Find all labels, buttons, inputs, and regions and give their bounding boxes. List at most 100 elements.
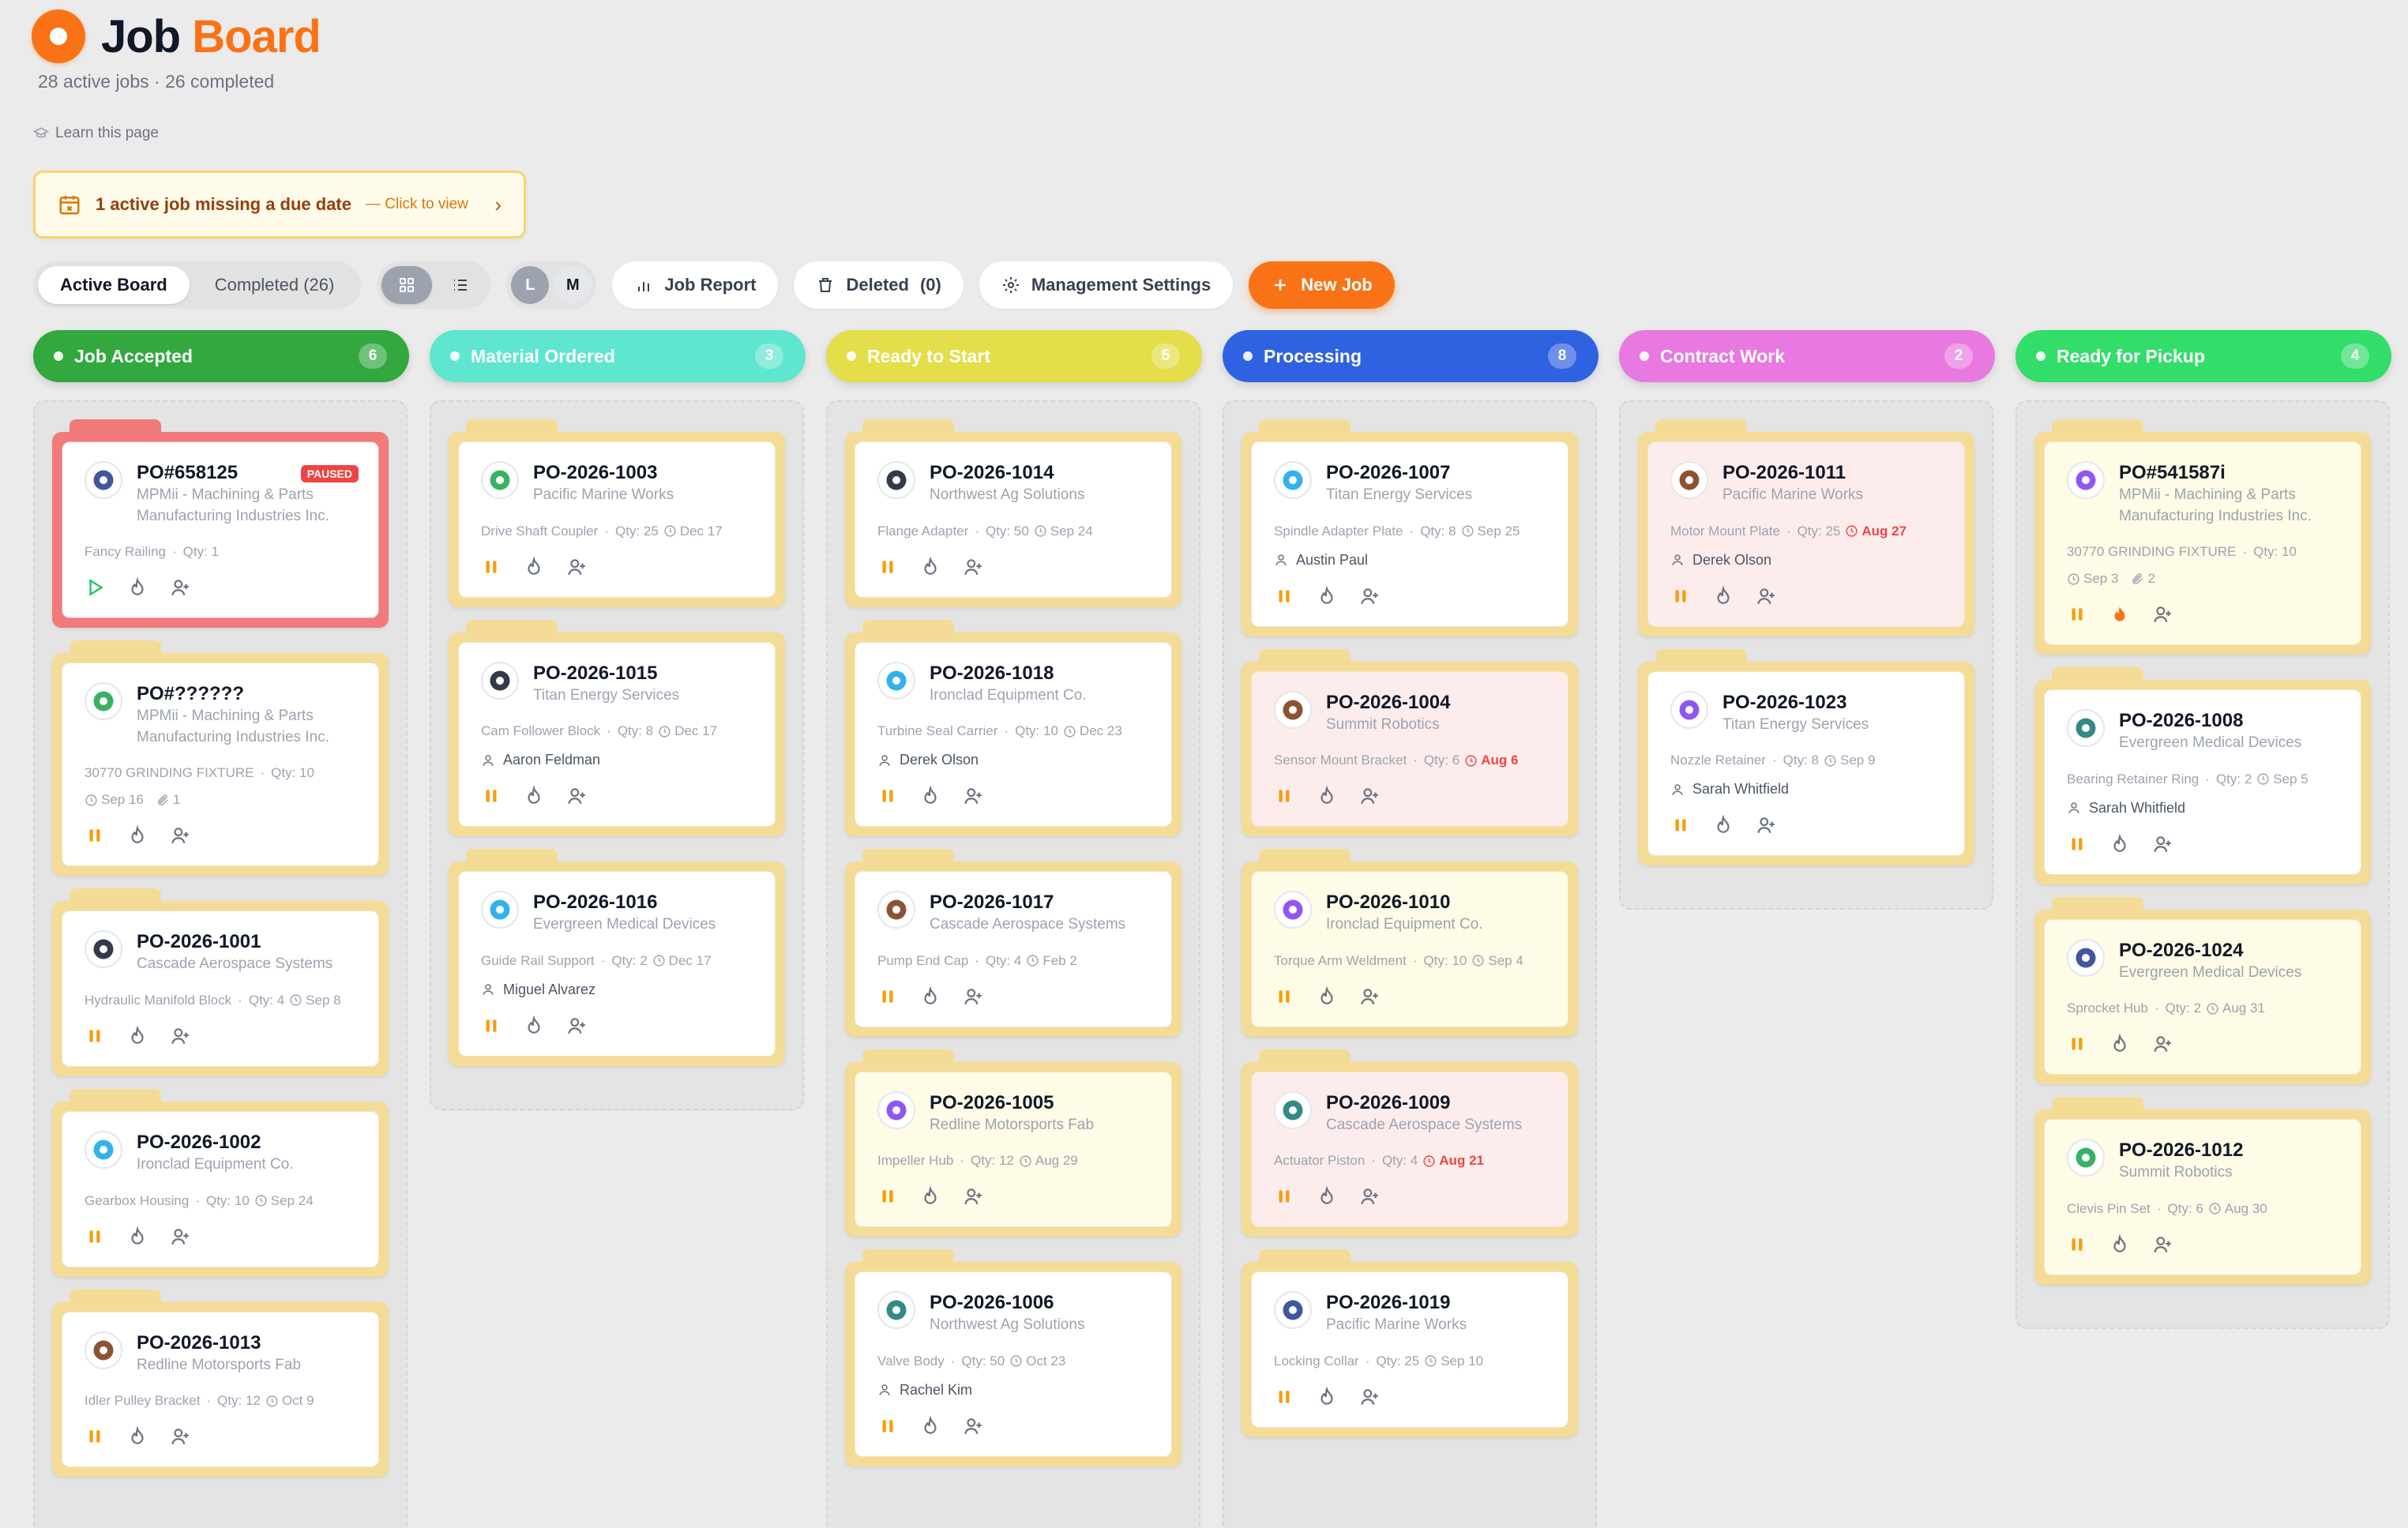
pause-button[interactable] [481, 557, 502, 581]
priority-button[interactable] [2109, 1233, 2130, 1259]
pause-button[interactable] [877, 1186, 898, 1211]
pause-button[interactable] [877, 1416, 898, 1440]
job-card[interactable]: PO-2026-1017 Cascade Aerospace Systems Pum… [845, 849, 1181, 1037]
missing-due-date-alert[interactable]: 1 active job missing a due date — Click … [33, 171, 526, 238]
priority-button[interactable] [524, 1015, 544, 1040]
priority-button[interactable] [1317, 986, 1337, 1011]
pause-button[interactable] [481, 1016, 502, 1040]
job-card[interactable]: PO-2026-1024 Evergreen Medical Devices Spr… [2034, 896, 2371, 1085]
assign-user-button[interactable] [1359, 786, 1380, 810]
column-header-processing[interactable]: Processing 8 [1223, 330, 1598, 382]
priority-button[interactable] [524, 555, 544, 581]
deleted-button[interactable]: Deleted (0) [794, 261, 964, 309]
assign-user-button[interactable] [170, 577, 190, 602]
assign-user-button[interactable] [1756, 815, 1776, 839]
assign-user-button[interactable] [1359, 986, 1380, 1011]
resume-button[interactable] [85, 577, 105, 602]
priority-button[interactable] [1317, 1185, 1337, 1211]
priority-button[interactable] [920, 986, 941, 1011]
column-header-contract-work[interactable]: Contract Work 2 [1619, 330, 1995, 382]
pause-button[interactable] [1670, 586, 1691, 610]
job-card[interactable]: PO-2026-1023 Titan Energy Services Nozzle … [1638, 648, 1974, 866]
priority-button[interactable] [2109, 1033, 2130, 1058]
column-header-ready-for-pickup[interactable]: Ready for Pickup 4 [2015, 330, 2391, 382]
assign-user-button[interactable] [2152, 834, 2173, 858]
assign-user-button[interactable] [1756, 586, 1776, 610]
priority-button[interactable] [127, 576, 148, 602]
pause-button[interactable] [85, 1026, 105, 1050]
assign-user-button[interactable] [1359, 1186, 1380, 1211]
job-card[interactable]: PO-2026-1014 Northwest Ag Solutions Flange… [845, 419, 1181, 607]
job-card[interactable]: PO-2026-1002 Ironclad Equipment Co. Gearbo… [52, 1088, 389, 1277]
job-card[interactable]: PO-2026-1004 Summit Robotics Sensor Mount … [1242, 648, 1578, 837]
avatar-m[interactable]: M [554, 266, 592, 304]
priority-button[interactable] [127, 824, 148, 850]
job-card[interactable]: PO#541587i MPMii - Machining & Parts Manu… [2034, 419, 2371, 655]
management-settings-button[interactable]: Management Settings [979, 261, 1234, 309]
priority-button[interactable] [1317, 1386, 1337, 1411]
assign-user-button[interactable] [2152, 1234, 2173, 1259]
pause-button[interactable] [877, 557, 898, 581]
pause-button[interactable] [1670, 815, 1691, 839]
job-card[interactable]: PO-2026-1010 Ironclad Equipment Co. Torque… [1242, 849, 1578, 1037]
pause-button[interactable] [85, 1426, 105, 1451]
priority-button[interactable] [1317, 584, 1337, 610]
priority-button[interactable] [127, 1025, 148, 1050]
priority-button[interactable] [127, 1225, 148, 1251]
tab-completed[interactable]: Completed (26) [193, 266, 357, 304]
job-card[interactable]: PO-2026-1013 Redline Motorsports Fab Idler… [52, 1289, 389, 1477]
pause-button[interactable] [2067, 1034, 2087, 1058]
pause-button[interactable] [1274, 1387, 1294, 1411]
column-header-ready-to-start[interactable]: Ready to Start 5 [826, 330, 1202, 382]
job-card[interactable]: PAUSED PO#658125 MPMii - Machining & Parts… [52, 419, 389, 629]
assign-user-button[interactable] [963, 1416, 983, 1440]
pause-button[interactable] [1274, 786, 1294, 810]
assign-user-button[interactable] [170, 825, 190, 850]
grid-view-button[interactable] [381, 266, 433, 304]
column-header-job-accepted[interactable]: Job Accepted 6 [33, 330, 409, 382]
job-report-button[interactable]: Job Report [612, 261, 779, 309]
learn-page-link[interactable]: Learn this page [33, 125, 159, 142]
pause-button[interactable] [2067, 834, 2087, 858]
priority-button[interactable] [1317, 785, 1337, 810]
job-card[interactable]: PO-2026-1015 Titan Energy Services Cam Fol… [449, 619, 785, 837]
list-view-button[interactable] [435, 266, 486, 304]
priority-button[interactable] [524, 785, 544, 810]
assign-user-button[interactable] [963, 786, 983, 810]
pause-button[interactable] [85, 1226, 105, 1251]
priority-button[interactable] [2109, 604, 2130, 629]
tab-active-board[interactable]: Active Board [38, 266, 190, 304]
job-card[interactable]: PO-2026-1005 Redline Motorsports Fab Impel… [845, 1049, 1181, 1237]
job-card[interactable]: PO-2026-1011 Pacific Marine Works Motor Mo… [1638, 419, 1974, 636]
pause-button[interactable] [481, 786, 502, 810]
assign-user-button[interactable] [2152, 1034, 2173, 1058]
pause-button[interactable] [1274, 986, 1294, 1011]
job-card[interactable]: PO-2026-1006 Northwest Ag Solutions Valve … [845, 1249, 1181, 1466]
assign-user-button[interactable] [170, 1226, 190, 1251]
priority-button[interactable] [920, 785, 941, 810]
assign-user-button[interactable] [170, 1426, 190, 1451]
pause-button[interactable] [2067, 1234, 2087, 1259]
priority-button[interactable] [1713, 584, 1734, 610]
pause-button[interactable] [85, 825, 105, 850]
priority-button[interactable] [920, 1415, 941, 1440]
assign-user-button[interactable] [2152, 604, 2173, 629]
assign-user-button[interactable] [170, 1026, 190, 1050]
pause-button[interactable] [2067, 604, 2087, 629]
job-card[interactable]: PO-2026-1012 Summit Robotics Clevis Pin Se… [2034, 1097, 2371, 1285]
avatar-l[interactable]: L [511, 266, 550, 304]
assign-user-button[interactable] [963, 557, 983, 581]
priority-button[interactable] [920, 555, 941, 581]
job-card[interactable]: PO-2026-1016 Evergreen Medical Devices Gui… [449, 849, 785, 1066]
assign-user-button[interactable] [566, 557, 587, 581]
alert-link[interactable]: — Click to view [366, 196, 468, 213]
job-card[interactable]: PO-2026-1019 Pacific Marine Works Locking … [1242, 1249, 1578, 1437]
assign-user-button[interactable] [963, 986, 983, 1011]
priority-button[interactable] [1713, 814, 1734, 839]
pause-button[interactable] [1274, 1186, 1294, 1211]
assign-user-button[interactable] [1359, 586, 1380, 610]
job-card[interactable]: PO-2026-1001 Cascade Aerospace Systems Hyd… [52, 888, 389, 1076]
priority-button[interactable] [127, 1425, 148, 1451]
new-job-button[interactable]: New Job [1249, 261, 1395, 309]
assign-user-button[interactable] [1359, 1387, 1380, 1411]
